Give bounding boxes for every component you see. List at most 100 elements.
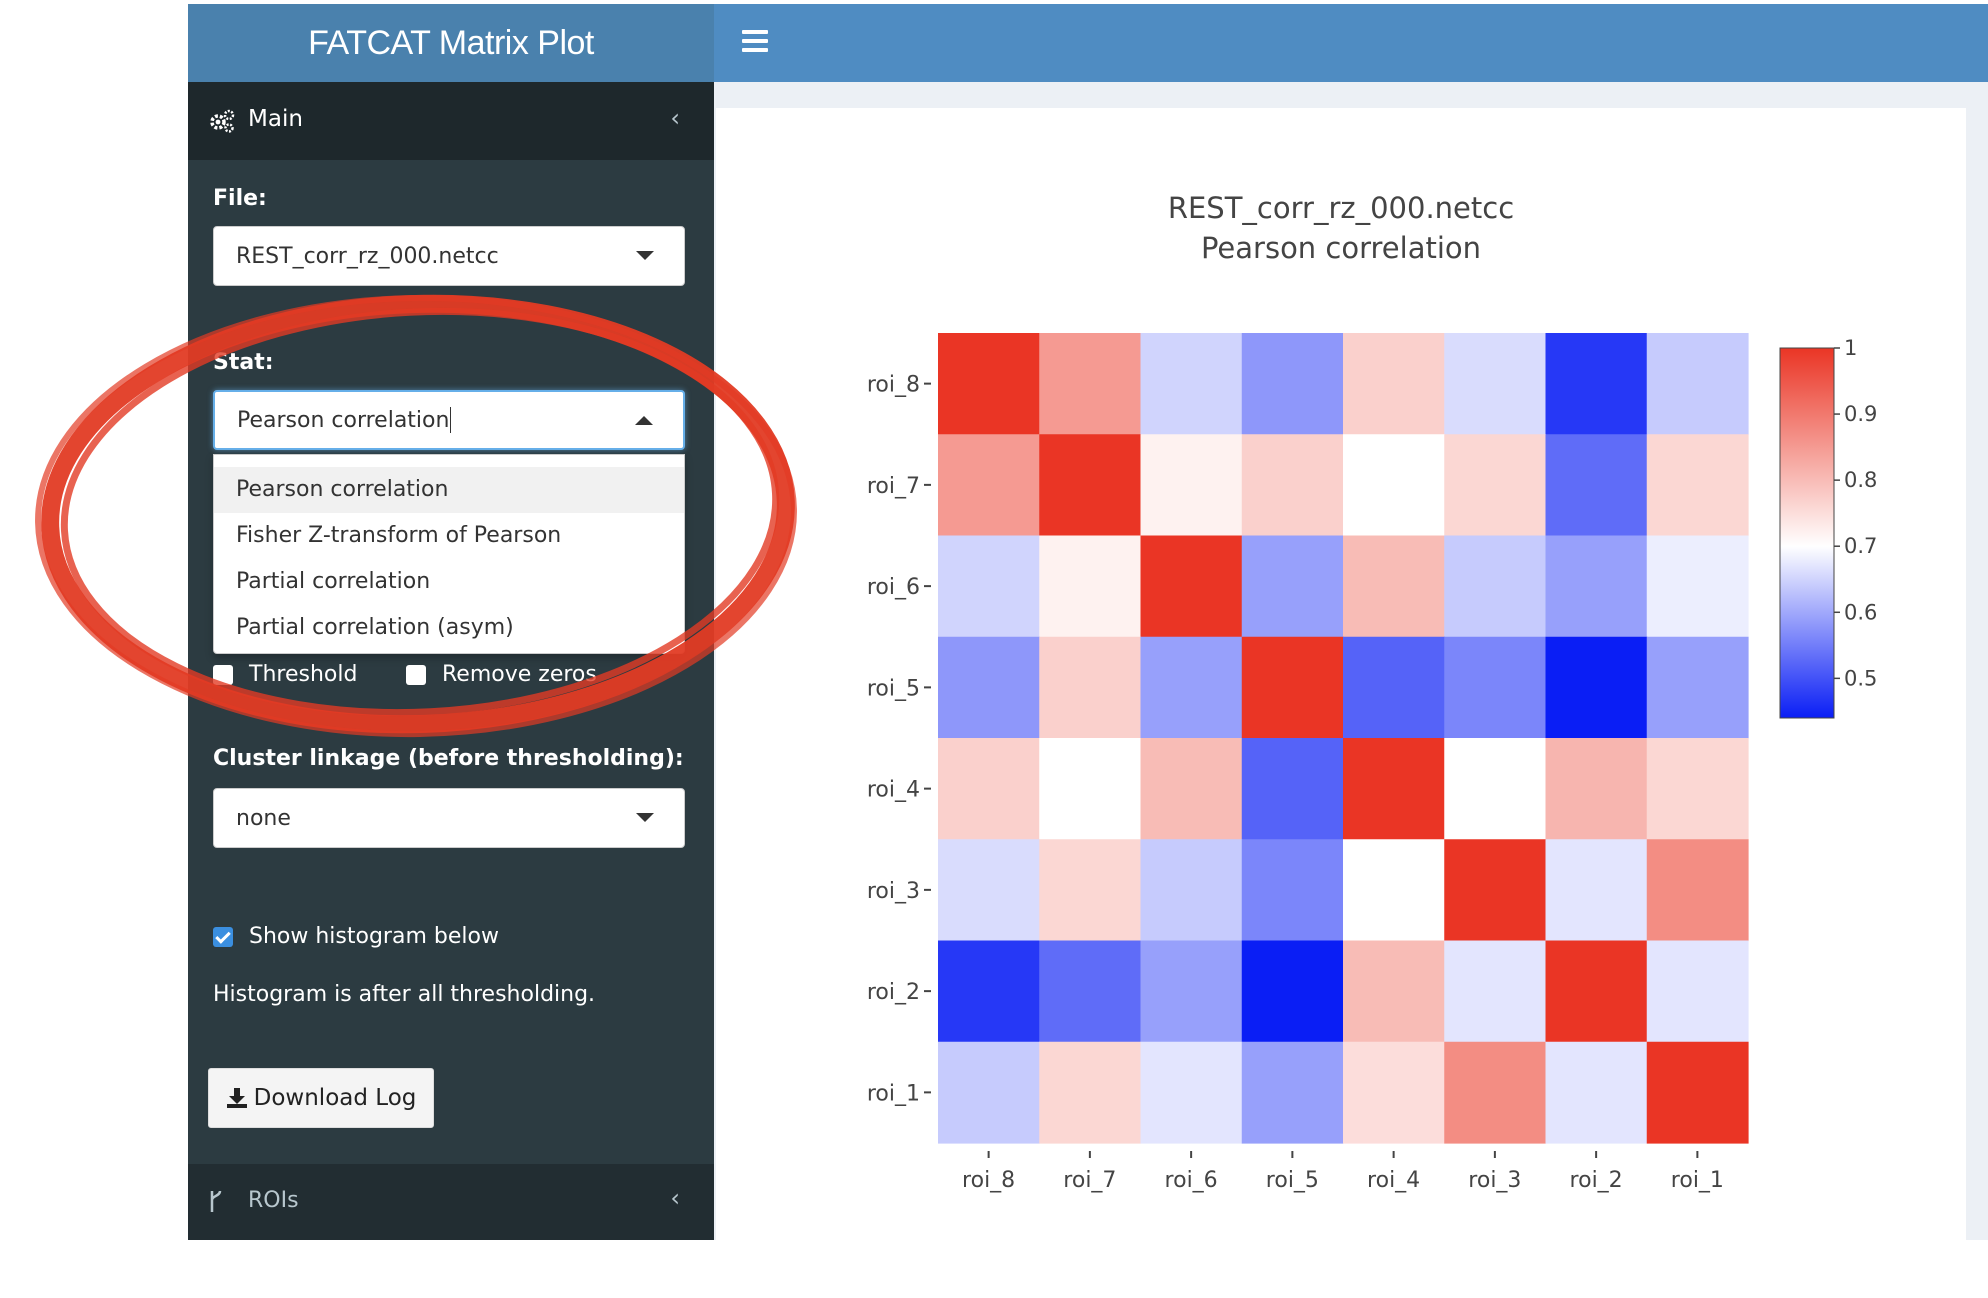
y-tick-label: roi_6 <box>867 575 920 600</box>
heatmap-cell <box>938 333 1040 435</box>
show-histogram-label: Show histogram below <box>249 924 499 949</box>
cluster-linkage-select[interactable]: none <box>213 788 685 848</box>
heatmap-cell <box>1646 940 1749 1043</box>
threshold-checkbox-row[interactable]: Threshold <box>213 662 357 687</box>
download-log-button[interactable]: Download Log <box>208 1068 434 1128</box>
remove-zeros-checkbox-row[interactable]: Remove zeros <box>406 662 597 687</box>
heatmap-cell <box>938 636 1040 739</box>
heatmap-cell <box>1140 535 1243 638</box>
sidebar-item-label: ROIs <box>248 1188 299 1213</box>
heatmap-cell <box>1646 1041 1749 1144</box>
heatmap-cell <box>1343 940 1445 1043</box>
heatmap-cell <box>1140 839 1243 942</box>
heatmap-cell <box>1241 636 1344 739</box>
x-tick-label: roi_4 <box>1367 1168 1420 1193</box>
remove-zeros-checkbox[interactable] <box>406 664 426 685</box>
heatmap-cell <box>1646 535 1749 638</box>
y-tick-label: roi_8 <box>867 373 920 398</box>
heatmap-cell <box>1039 333 1142 435</box>
sidebar-item-main[interactable]: Main ‹ <box>188 82 714 160</box>
heatmap-cell <box>1646 636 1749 739</box>
stat-select-value: Pearson correlation <box>237 407 450 433</box>
stat-dropdown-menu: Pearson correlation Fisher Z-transform o… <box>213 454 685 654</box>
heatmap-cell <box>1545 839 1648 942</box>
heatmap-cell <box>1039 940 1142 1043</box>
y-tick-label: roi_7 <box>867 474 920 499</box>
colorbar-tick-label: 1 <box>1844 336 1857 360</box>
show-histogram-checkbox[interactable] <box>213 926 233 947</box>
heatmap-cell <box>1343 535 1445 638</box>
heatmap-cell <box>1646 738 1749 840</box>
sidebar-item-rois[interactable]: ROIs ‹ <box>188 1164 714 1240</box>
file-select[interactable]: REST_corr_rz_000.netcc <box>213 226 685 286</box>
threshold-checkbox[interactable] <box>213 664 233 685</box>
sidebar-item-label: Main <box>248 106 303 132</box>
heatmap-cell <box>938 738 1040 840</box>
x-tick-label: roi_7 <box>1063 1168 1116 1193</box>
heatmap-cell <box>1444 1041 1547 1144</box>
heatmap-cell <box>938 839 1040 942</box>
heatmap-cell <box>1140 738 1243 840</box>
heatmap-cell <box>1140 1041 1243 1144</box>
stat-select[interactable]: Pearson correlation <box>213 390 685 450</box>
x-tick-label: roi_2 <box>1570 1168 1623 1193</box>
heatmap-cell <box>1545 940 1648 1043</box>
heatmap-cell <box>1140 636 1243 739</box>
heatmap-cell <box>938 434 1040 537</box>
x-tick-label: roi_3 <box>1468 1168 1521 1193</box>
heatmap-cell <box>1646 839 1749 942</box>
branch-icon <box>210 1190 222 1212</box>
sidebar-toggle-icon[interactable] <box>742 30 768 52</box>
app-title: FATCAT Matrix Plot <box>188 4 714 82</box>
heatmap-cell <box>1343 434 1445 537</box>
heatmap-cell <box>1343 738 1445 840</box>
heatmap-cell <box>1343 1041 1445 1144</box>
stat-label: Stat: <box>213 350 274 375</box>
heatmap-cell <box>1140 333 1243 435</box>
chevron-left-icon[interactable]: ‹ <box>670 1184 680 1212</box>
heatmap-cell <box>1545 535 1648 638</box>
heatmap-cell <box>938 940 1040 1043</box>
heatmap-cell <box>1039 839 1142 942</box>
heatmap-cell <box>1444 434 1547 537</box>
heatmap-cell <box>938 1041 1040 1144</box>
heatmap-cell <box>1140 940 1243 1043</box>
stat-option[interactable]: Partial correlation <box>214 559 684 605</box>
stat-option[interactable]: Fisher Z-transform of Pearson <box>214 513 684 559</box>
y-tick-label: roi_5 <box>867 676 920 701</box>
y-tick-label: roi_4 <box>867 778 920 803</box>
heatmap-cell <box>938 535 1040 638</box>
chart-subtitle: Pearson correlation <box>1201 231 1481 265</box>
heatmap-cell <box>1039 1041 1142 1144</box>
heatmap-cell <box>1444 738 1547 840</box>
stat-option[interactable]: Pearson correlation <box>214 467 684 513</box>
histogram-note: Histogram is after all thresholding. <box>213 982 596 1007</box>
heatmap-cell <box>1241 839 1344 942</box>
heatmap-cell <box>1241 333 1344 435</box>
heatmap-cell <box>1140 434 1243 537</box>
heatmap-cell <box>1241 434 1344 537</box>
file-select-value: REST_corr_rz_000.netcc <box>236 243 499 269</box>
caret-down-icon <box>636 251 654 260</box>
x-tick-label: roi_5 <box>1266 1168 1319 1193</box>
chart-title: REST_corr_rz_000.netcc <box>1168 191 1514 225</box>
file-label: File: <box>213 186 267 211</box>
cluster-linkage-value: none <box>236 805 291 831</box>
threshold-label: Threshold <box>249 662 358 687</box>
remove-zeros-label: Remove zeros <box>442 662 597 687</box>
heatmap-cell <box>1039 636 1142 739</box>
stat-option[interactable]: Partial correlation (asym) <box>214 605 684 651</box>
show-histogram-row[interactable]: Show histogram below <box>213 924 499 949</box>
heatmap-cell <box>1241 535 1344 638</box>
heatmap-cell <box>1343 333 1445 435</box>
heatmap-cell <box>1039 434 1142 537</box>
colorbar-tick-label: 0.5 <box>1844 666 1877 690</box>
heatmap-cell <box>1646 434 1749 537</box>
heatmap-cell <box>1646 333 1749 435</box>
chevron-left-icon[interactable]: ‹ <box>670 104 680 132</box>
caret-up-icon <box>635 416 653 425</box>
heatmap-cell <box>1545 434 1648 537</box>
heatmap-cell <box>1241 738 1344 840</box>
heatmap-cell <box>1545 1041 1648 1144</box>
top-navbar <box>714 4 1988 82</box>
